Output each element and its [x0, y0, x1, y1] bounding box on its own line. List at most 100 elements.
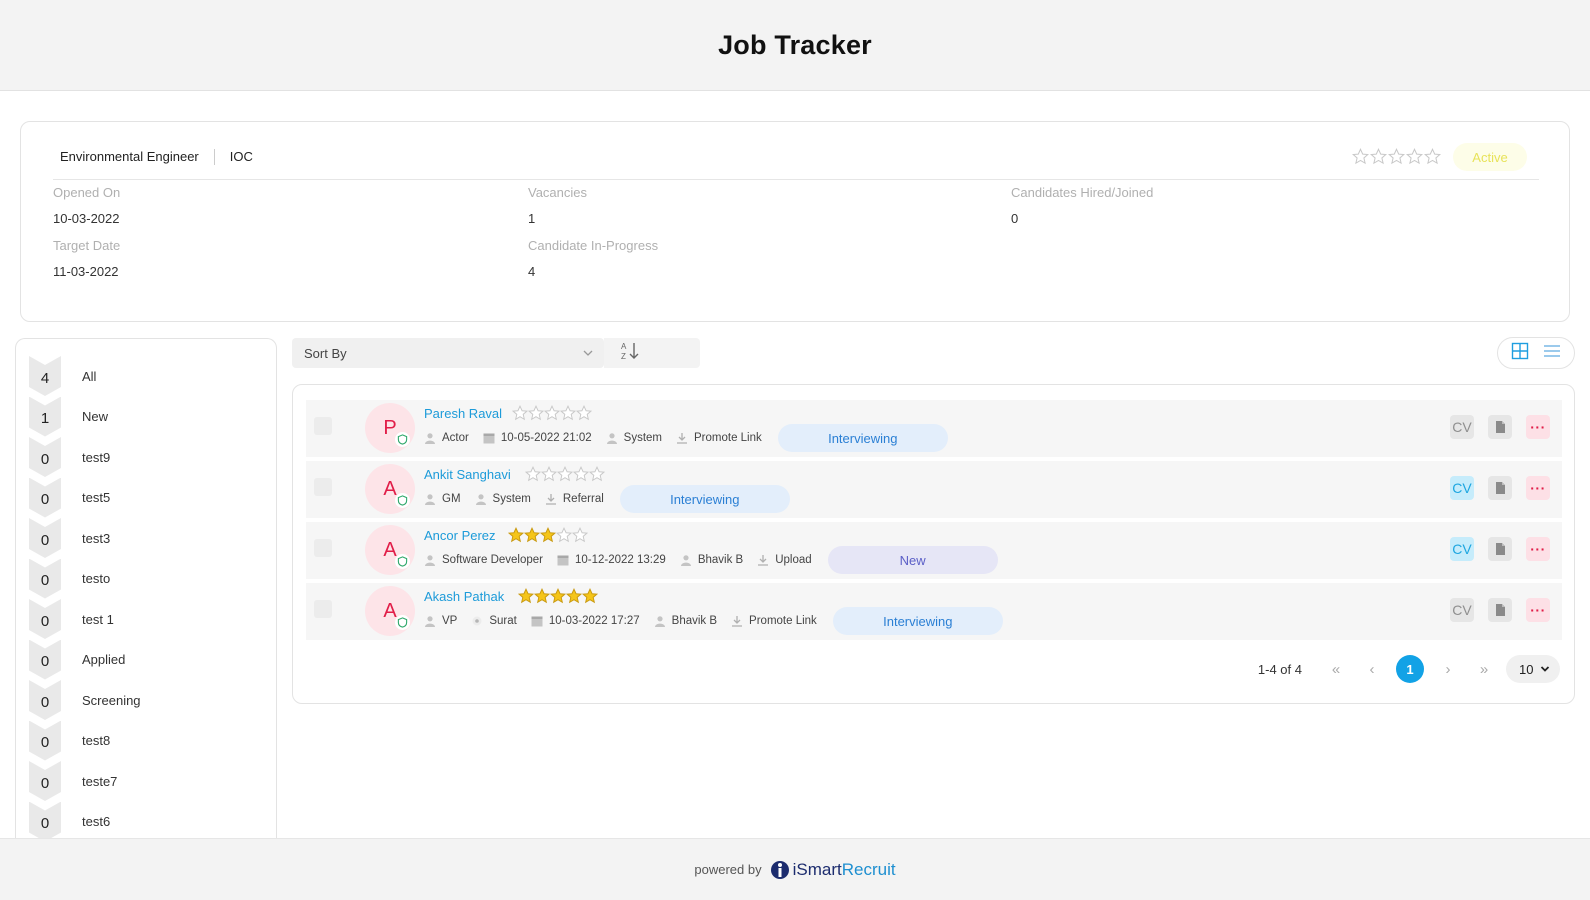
- document-icon[interactable]: [1488, 476, 1512, 500]
- brand-logo[interactable]: iSmart Recruit: [770, 859, 896, 881]
- star-empty-icon[interactable]: [557, 466, 573, 482]
- sort-order-button[interactable]: A Z: [604, 338, 700, 368]
- candidate-status-pill[interactable]: Interviewing: [777, 424, 948, 452]
- person-icon: [654, 616, 665, 627]
- star-empty-icon[interactable]: [560, 405, 576, 421]
- job-status-badge[interactable]: Active: [1453, 143, 1527, 171]
- stage-item[interactable]: 0 teste7: [29, 761, 269, 801]
- vacancies-field: Vacancies 1: [528, 185, 587, 226]
- in-progress-field: Candidate In-Progress 4: [528, 238, 658, 279]
- meta-item: 10-05-2022 21:02: [483, 432, 592, 444]
- stage-item[interactable]: 0 Applied: [29, 640, 269, 680]
- candidate-name-link[interactable]: Ancor Perez: [424, 528, 496, 543]
- stage-item[interactable]: 0 testo: [29, 559, 269, 599]
- star-empty-icon[interactable]: [1388, 148, 1405, 165]
- candidate-name-link[interactable]: Akash Pathak: [424, 589, 504, 604]
- candidate-checkbox[interactable]: [314, 417, 332, 435]
- candidate-list-panel: P Paresh Raval Actor 10-05-2022 21:02 System…: [292, 384, 1575, 704]
- stage-item[interactable]: 0 test9: [29, 437, 269, 477]
- last-page-icon[interactable]: »: [1466, 655, 1502, 683]
- star-filled-icon[interactable]: [534, 588, 550, 604]
- previous-page-icon[interactable]: ‹: [1354, 655, 1390, 683]
- calendar-icon: [557, 555, 569, 566]
- stage-label: test6: [82, 814, 111, 829]
- job-rating[interactable]: [1352, 148, 1441, 165]
- candidate-checkbox[interactable]: [314, 539, 332, 557]
- candidate-avatar[interactable]: P: [365, 403, 415, 453]
- stage-item[interactable]: 1 New: [29, 397, 269, 437]
- next-page-icon[interactable]: ›: [1430, 655, 1466, 683]
- star-empty-icon[interactable]: [576, 405, 592, 421]
- candidate-avatar[interactable]: A: [365, 464, 415, 514]
- star-empty-icon[interactable]: [528, 405, 544, 421]
- candidate-rating[interactable]: [525, 466, 605, 482]
- star-empty-icon[interactable]: [556, 527, 572, 543]
- candidate-checkbox[interactable]: [314, 478, 332, 496]
- candidate-avatar[interactable]: A: [365, 525, 415, 575]
- cv-button[interactable]: CV: [1450, 598, 1474, 622]
- star-filled-icon[interactable]: [550, 588, 566, 604]
- star-empty-icon[interactable]: [1424, 148, 1441, 165]
- candidate-status-pill[interactable]: Interviewing: [619, 485, 790, 513]
- stage-item[interactable]: 4 All: [29, 356, 269, 396]
- star-empty-icon[interactable]: [512, 405, 528, 421]
- stage-item[interactable]: 0 test 1: [29, 599, 269, 639]
- star-empty-icon[interactable]: [573, 466, 589, 482]
- star-empty-icon[interactable]: [572, 527, 588, 543]
- view-toggle: [1497, 337, 1575, 369]
- candidate-rating[interactable]: [512, 405, 592, 421]
- shield-icon: [395, 493, 410, 508]
- meta-item: 10-03-2022 17:27: [531, 615, 640, 627]
- candidate-rating[interactable]: [518, 588, 598, 604]
- cv-button[interactable]: CV: [1450, 537, 1474, 561]
- star-filled-icon[interactable]: [518, 588, 534, 604]
- star-filled-icon[interactable]: [524, 527, 540, 543]
- star-filled-icon[interactable]: [566, 588, 582, 604]
- star-empty-icon[interactable]: [1370, 148, 1387, 165]
- candidate-actions: CV ···: [1450, 537, 1550, 561]
- stage-item[interactable]: 0 test3: [29, 518, 269, 558]
- candidate-rating[interactable]: [508, 527, 588, 543]
- star-filled-icon[interactable]: [508, 527, 524, 543]
- document-icon[interactable]: [1488, 415, 1512, 439]
- more-options-button[interactable]: ···: [1526, 415, 1550, 439]
- first-page-icon[interactable]: «: [1318, 655, 1354, 683]
- star-empty-icon[interactable]: [544, 405, 560, 421]
- more-options-button[interactable]: ···: [1526, 598, 1550, 622]
- cv-button[interactable]: CV: [1450, 476, 1474, 500]
- page-size-select[interactable]: 10: [1506, 655, 1560, 683]
- candidate-avatar[interactable]: A: [365, 586, 415, 636]
- more-options-button[interactable]: ···: [1526, 537, 1550, 561]
- document-icon[interactable]: [1488, 537, 1512, 561]
- document-icon[interactable]: [1488, 598, 1512, 622]
- cv-button[interactable]: CV: [1450, 415, 1474, 439]
- current-page-button[interactable]: 1: [1396, 655, 1424, 683]
- star-empty-icon[interactable]: [541, 466, 557, 482]
- more-options-button[interactable]: ···: [1526, 476, 1550, 500]
- sort-by-dropdown[interactable]: Sort By: [292, 338, 604, 368]
- target-date-value: 11-03-2022: [53, 264, 119, 279]
- stage-count: 0: [29, 599, 61, 639]
- candidate-status-pill[interactable]: New: [827, 546, 998, 574]
- job-summary-card: Environmental Engineer IOC Active Opened…: [20, 121, 1570, 322]
- star-filled-icon[interactable]: [540, 527, 556, 543]
- candidate-name-link[interactable]: Ankit Sanghavi: [424, 467, 511, 482]
- candidate-status-pill[interactable]: Interviewing: [832, 607, 1003, 635]
- brand-name-part1: iSmart: [792, 859, 842, 879]
- star-empty-icon[interactable]: [1406, 148, 1423, 165]
- candidate-name-link[interactable]: Paresh Raval: [424, 406, 502, 421]
- candidate-checkbox[interactable]: [314, 600, 332, 618]
- stage-item[interactable]: 0 test6: [29, 802, 269, 839]
- person-icon: [425, 433, 435, 444]
- stage-item[interactable]: 0 test5: [29, 478, 269, 518]
- star-filled-icon[interactable]: [582, 588, 598, 604]
- stage-item[interactable]: 0 Screening: [29, 680, 269, 720]
- star-empty-icon[interactable]: [1352, 148, 1369, 165]
- grid-view-icon[interactable]: [1511, 342, 1529, 365]
- stage-item[interactable]: 0 test8: [29, 721, 269, 761]
- list-view-icon[interactable]: [1543, 342, 1561, 365]
- vacancies-label: Vacancies: [528, 185, 588, 200]
- star-empty-icon[interactable]: [589, 466, 605, 482]
- star-empty-icon[interactable]: [525, 466, 541, 482]
- stage-count: 0: [29, 802, 61, 839]
